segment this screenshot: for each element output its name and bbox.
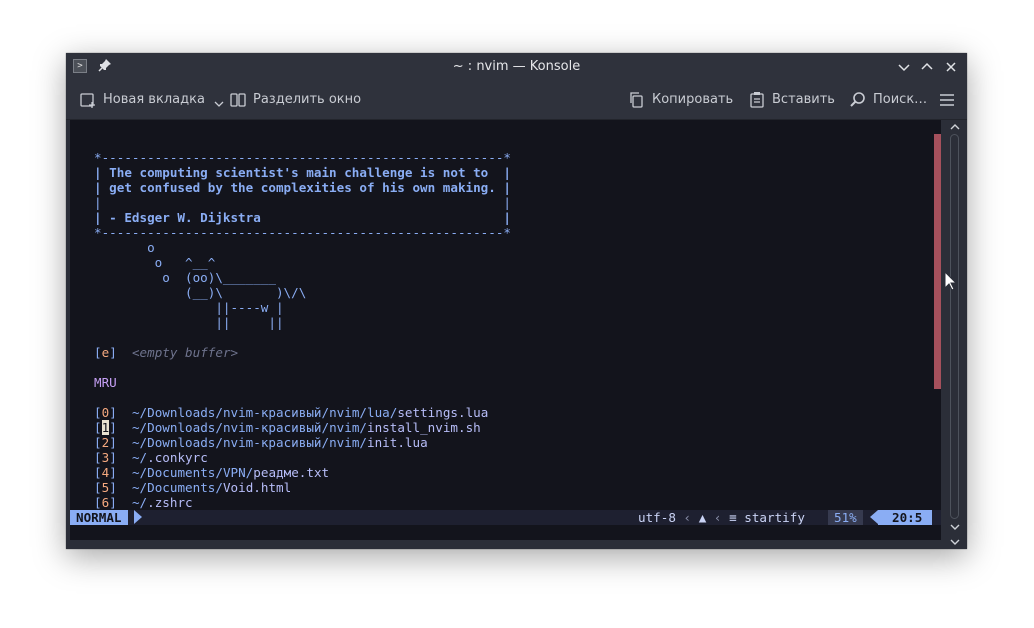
mru-item[interactable]: [6] ~/.zshrc <box>94 495 193 510</box>
percent-indicator: 51% <box>828 510 863 525</box>
mru-dir: ~/ <box>131 495 148 510</box>
cowsay-art-line: || || <box>94 315 284 330</box>
copy-button[interactable]: Копировать <box>628 81 733 119</box>
hamburger-menu-icon <box>940 93 954 106</box>
split-view-label: Разделить окно <box>253 92 362 107</box>
close-button[interactable] <box>942 58 960 76</box>
new-tab-button[interactable]: Новая вкладка <box>79 81 231 119</box>
toolbar: Новая вкладка Разделить окно Копировать … <box>66 81 967 120</box>
mru-dir: ~/Downloads/nvim-красивый/nvim/lua/ <box>131 405 398 420</box>
new-tab-label: Новая вкладка <box>103 92 205 107</box>
window-bottom-strip <box>70 540 941 549</box>
paste-button[interactable]: Вставить <box>748 81 835 119</box>
mru-file: .zshrc <box>147 495 193 510</box>
mru-file: Void.html <box>222 480 292 495</box>
chevron-down-icon <box>898 64 910 72</box>
filetype-lines-icon: ≡ <box>729 510 737 525</box>
cowsay-art-line: ||----w | <box>94 300 284 315</box>
cowsay-art-line: o ^__^ <box>94 255 216 270</box>
hamburger-menu-button[interactable] <box>938 81 962 119</box>
paste-icon <box>750 92 764 108</box>
mru-dir: ~/Downloads/nvim-красивый/nvim/ <box>131 420 367 435</box>
find-label: Поиск… <box>873 92 928 107</box>
konsole-window: > ~ : nvim — Konsole Новая вкладка Разде… <box>66 53 967 549</box>
quote-line: | | <box>94 195 512 210</box>
search-icon <box>850 92 865 107</box>
maximize-button[interactable] <box>918 58 936 76</box>
mru-dir: ~/Downloads/nvim-красивый/nvim/ <box>131 435 367 450</box>
mru-dir: ~/Documents/ <box>131 480 223 495</box>
linux-tux-icon: ▲ <box>698 510 707 525</box>
mode-indicator: NORMAL <box>70 510 128 525</box>
cowsay-art-line: (__)\ )\/\ <box>94 285 307 300</box>
statusline-encoding: utf-8 ‹ ▲ ‹ ≡ startify <box>638 510 805 525</box>
mode-separator-icon <box>134 510 142 524</box>
close-icon <box>946 62 956 72</box>
mru-item[interactable]: [4] ~/Documents/VPN/реадме.txt <box>94 465 329 480</box>
title-bar[interactable]: > ~ : nvim — Konsole <box>66 53 967 81</box>
paste-label: Вставить <box>772 92 835 107</box>
terminal-view[interactable]: *---------------------------------------… <box>70 120 942 540</box>
chevron-down-icon[interactable] <box>213 98 225 110</box>
mru-dir: ~/ <box>131 450 148 465</box>
mru-item[interactable]: [2] ~/Downloads/nvim-красивый/nvim/init.… <box>94 435 428 450</box>
new-tab-icon <box>80 93 95 108</box>
copy-icon <box>630 92 643 108</box>
encoding-label: utf-8 <box>638 510 676 525</box>
quote-line: | get confused by the complexities of hi… <box>94 180 512 195</box>
mru-file: init.lua <box>367 435 428 450</box>
mru-file: settings.lua <box>397 405 489 420</box>
mru-header: MRU <box>94 375 117 390</box>
scroll-track[interactable] <box>950 134 959 519</box>
mru-item[interactable]: [0] ~/Downloads/nvim-красивый/nvim/lua/s… <box>94 405 488 420</box>
entry-label: <empty buffer> <box>131 345 239 360</box>
split-view-icon <box>230 93 246 107</box>
scrollbar[interactable] <box>941 120 967 549</box>
scroll-up-icon[interactable] <box>948 120 962 134</box>
mru-item[interactable]: [5] ~/Documents/Void.html <box>94 480 291 495</box>
startify-screen: *---------------------------------------… <box>70 120 936 530</box>
mru-dir: ~/Documents/VPN/ <box>131 465 254 480</box>
filetype-label: startify <box>744 510 805 525</box>
window-title: ~ : nvim — Konsole <box>452 59 581 74</box>
cursor-position: 20:5 <box>878 510 933 525</box>
mru-file: реадме.txt <box>253 465 330 480</box>
cowsay-art-line: o <box>94 240 155 255</box>
minimize-button[interactable] <box>895 58 913 76</box>
scroll-down-icon[interactable] <box>948 520 962 534</box>
find-button[interactable]: Поиск… <box>849 81 927 119</box>
copy-label: Копировать <box>652 92 734 107</box>
empty-buffer-entry[interactable]: [e] <empty buffer> <box>94 345 238 360</box>
quote-border-bottom: *---------------------------------------… <box>94 225 512 240</box>
chevron-up-icon <box>921 62 933 70</box>
mru-item[interactable]: [1] ~/Downloads/nvim-красивый/nvim/insta… <box>94 420 481 435</box>
scroll-down-icon[interactable] <box>948 535 962 549</box>
split-view-button[interactable]: Разделить окно <box>229 81 361 119</box>
quote-author: | - Edsger W. Dijkstra | <box>94 210 512 225</box>
mru-file: .conkyrc <box>147 450 208 465</box>
chevron-left-icon: ‹ <box>713 510 722 525</box>
quote-line: | The computing scientist's main challen… <box>94 165 512 180</box>
mru-file: install_nvim.sh <box>367 420 481 435</box>
mouse-pointer-icon <box>944 271 958 291</box>
position-separator-icon <box>870 510 878 524</box>
vim-statusline: NORMAL utf-8 ‹ ▲ ‹ ≡ startify 51% 20:5 <box>70 510 941 525</box>
quote-border-top: *---------------------------------------… <box>94 150 512 165</box>
cowsay-art-line: o (oo)\_______ <box>94 270 276 285</box>
mru-item[interactable]: [3] ~/.conkyrc <box>94 450 208 465</box>
chevron-left-icon: ‹ <box>683 510 692 525</box>
